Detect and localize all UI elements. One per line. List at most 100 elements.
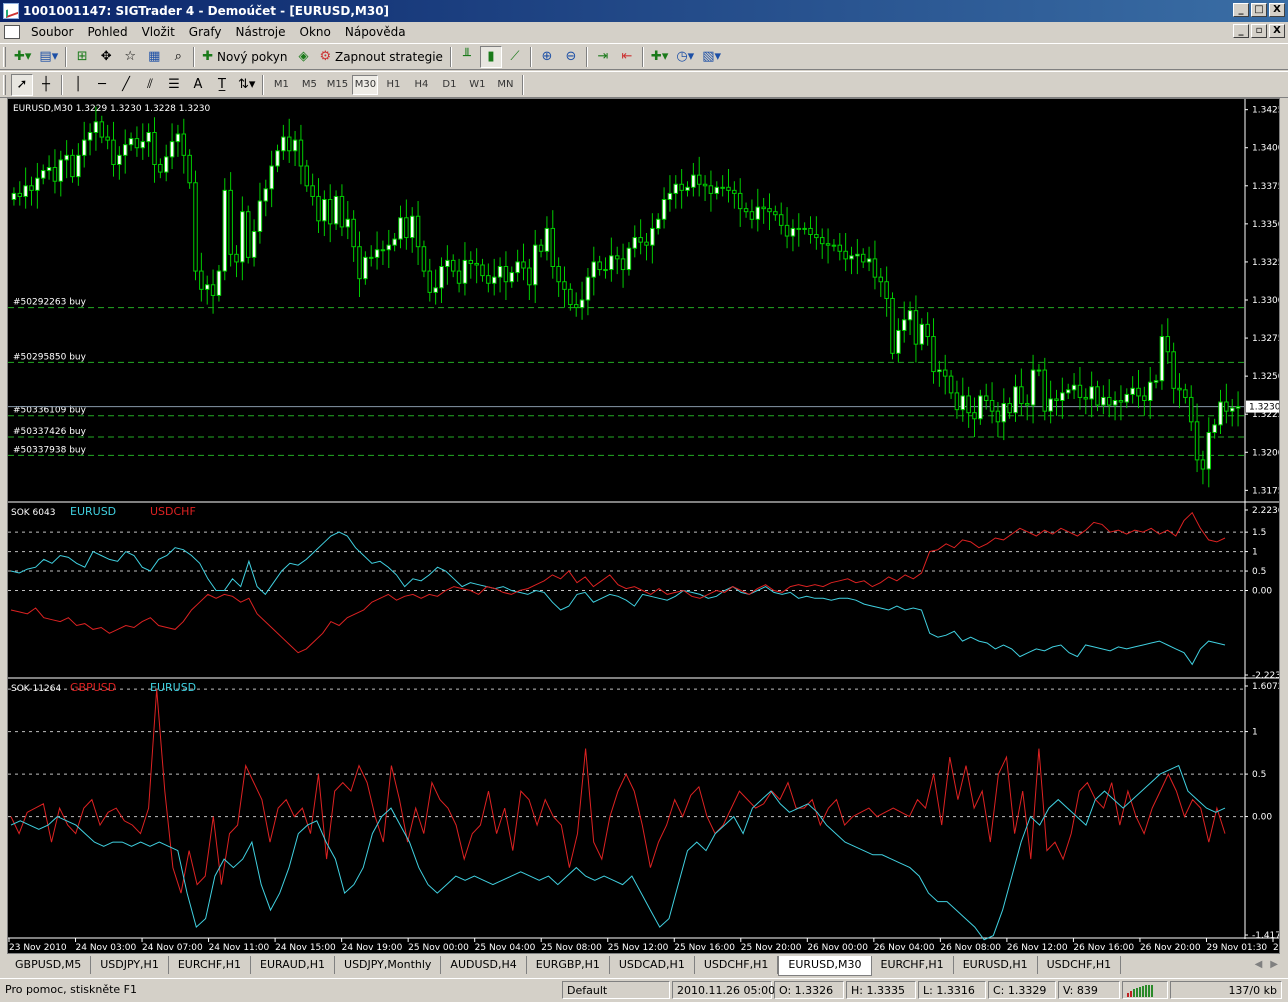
- tab-gbpusd-m5[interactable]: GBPUSD,M5: [6, 956, 92, 974]
- tab-scroll-right-icon[interactable]: ▶: [1270, 959, 1278, 970]
- periods-icon[interactable]: ◷▾: [673, 46, 697, 68]
- candle-body: [445, 259, 450, 267]
- menu-okno[interactable]: Okno: [293, 25, 338, 39]
- zoom-in-icon[interactable]: ⊕: [536, 46, 558, 68]
- indicator-legend-label: EURUSD: [150, 681, 196, 694]
- time-tick-label: 24 Nov 19:00: [342, 943, 403, 953]
- history-center-icon[interactable]: ⌕: [167, 46, 189, 68]
- timeframe-m1[interactable]: M1: [268, 75, 294, 95]
- tab-usdjpy-h1[interactable]: USDJPY,H1: [91, 956, 169, 974]
- trendline-icon[interactable]: ╱: [115, 74, 137, 96]
- chart-shift-icon[interactable]: ⇤: [616, 46, 638, 68]
- candle-body: [1065, 389, 1071, 394]
- tester-icon[interactable]: ▦: [143, 46, 165, 68]
- indicator-legend-label: USDCHF: [150, 505, 196, 518]
- autoscroll-icon[interactable]: ⇥: [592, 46, 614, 68]
- candle-body: [907, 310, 913, 321]
- new-order-button[interactable]: ✚ Nový pokyn: [199, 46, 290, 68]
- timeframe-h4[interactable]: H4: [408, 75, 434, 95]
- tab-usdchf-h1-2[interactable]: USDCHF,H1: [1038, 956, 1122, 974]
- toolbar-grip[interactable]: [3, 74, 6, 95]
- tab-scroll-left-icon[interactable]: ◀: [1255, 959, 1263, 970]
- timeframe-m5[interactable]: M5: [296, 75, 322, 95]
- label-icon[interactable]: T̲: [211, 74, 233, 96]
- vertical-line-icon[interactable]: │: [67, 74, 89, 96]
- candle-body: [146, 132, 151, 143]
- candle-body: [23, 185, 28, 197]
- menu-pohled[interactable]: Pohled: [80, 25, 134, 39]
- toolbar-grip[interactable]: [3, 46, 6, 67]
- status-high: H: 1.3335: [846, 981, 916, 999]
- arrows-icon[interactable]: ⇅▾: [235, 74, 258, 96]
- fibonacci-icon[interactable]: ☰: [163, 74, 185, 96]
- text-icon[interactable]: A: [187, 74, 209, 96]
- candle-body: [269, 165, 274, 190]
- tab-eurusd-m30[interactable]: EURUSD,M30: [778, 956, 872, 976]
- candle-body: [925, 323, 930, 338]
- child-restore-button[interactable]: ▫: [1251, 24, 1267, 38]
- candle-body: [468, 259, 474, 264]
- toolbar-separator: [522, 74, 525, 95]
- tab-euraud-h1[interactable]: EURAUD,H1: [251, 956, 336, 974]
- candle-body: [199, 270, 204, 290]
- maximize-button[interactable]: □: [1251, 3, 1267, 17]
- tab-eurgbp-h1[interactable]: EURGBP,H1: [527, 956, 610, 974]
- new-chart-icon[interactable]: ✚▾: [11, 46, 34, 68]
- horizontal-line-icon[interactable]: ─: [91, 74, 113, 96]
- terminal-icon[interactable]: ☆: [119, 46, 141, 68]
- minimize-button[interactable]: _: [1233, 3, 1249, 17]
- indicator-tick-label: 2.2236: [1252, 506, 1279, 516]
- timeframe-w1[interactable]: W1: [464, 75, 490, 95]
- menu-soubor[interactable]: Soubor: [24, 25, 80, 39]
- candle-chart-icon[interactable]: ▮: [479, 45, 502, 68]
- timeframe-d1[interactable]: D1: [436, 75, 462, 95]
- candle-body: [480, 264, 485, 277]
- candle-body: [128, 138, 134, 146]
- candle-body: [538, 244, 544, 252]
- menu-napoveda[interactable]: Nápověda: [338, 25, 413, 39]
- timeframe-mn[interactable]: MN: [492, 75, 518, 95]
- candle-body: [421, 246, 427, 272]
- child-close-button[interactable]: X: [1269, 24, 1285, 38]
- menu-nastroje[interactable]: Nástroje: [229, 25, 293, 39]
- candle-body: [409, 215, 415, 239]
- market-watch-icon[interactable]: ⊞: [71, 46, 93, 68]
- tab-usdjpy-monthly[interactable]: USDJPY,Monthly: [335, 956, 442, 974]
- candle-body: [620, 258, 626, 271]
- tab-audusd-h4[interactable]: AUDUSD,H4: [441, 956, 527, 974]
- time-tick-label: 24 Nov 03:00: [76, 943, 137, 953]
- cursor-icon[interactable]: ➚: [11, 73, 33, 96]
- menu-grafy[interactable]: Grafy: [182, 25, 229, 39]
- andrews-pitchfork-icon[interactable]: ⫽: [139, 74, 161, 96]
- document-icon[interactable]: [4, 25, 20, 39]
- candle-body: [896, 329, 901, 354]
- bar-chart-icon[interactable]: ╨: [456, 46, 478, 68]
- timeframe-m15[interactable]: M15: [324, 75, 350, 95]
- timeframe-h1[interactable]: H1: [380, 75, 406, 95]
- navigator-icon[interactable]: ✥: [95, 46, 117, 68]
- strategies-button[interactable]: ⚙ Zapnout strategie: [317, 46, 446, 68]
- indicators-icon[interactable]: ✚▾: [648, 46, 671, 68]
- chart-window[interactable]: 1.3425 1.3400 1.3375 1.3350 1.3325 1.3300 1.32…: [7, 98, 1288, 954]
- tab-usdcad-h1[interactable]: USDCAD,H1: [610, 956, 695, 974]
- chart-canvas[interactable]: 1.3425 1.3400 1.3375 1.3350 1.3325 1.3300 1.32…: [8, 99, 1288, 953]
- candle-body: [1001, 403, 1007, 423]
- metaeditor-icon[interactable]: ◈: [293, 46, 315, 68]
- zoom-out-icon[interactable]: ⊖: [560, 46, 582, 68]
- close-button[interactable]: X: [1269, 3, 1285, 17]
- timeframe-m30[interactable]: M30: [352, 74, 379, 95]
- candle-body: [204, 284, 210, 290]
- tab-usdchf-h1[interactable]: USDCHF,H1: [695, 956, 779, 974]
- menu-vlozit[interactable]: Vložit: [135, 25, 182, 39]
- line-chart-icon[interactable]: ⟋: [504, 46, 526, 68]
- tab-eurusd-h1[interactable]: EURUSD,H1: [954, 956, 1038, 974]
- status-low: L: 1.3316: [918, 981, 986, 999]
- profiles-icon[interactable]: ▤▾: [36, 46, 61, 68]
- tab-eurchf-h1[interactable]: EURCHF,H1: [169, 956, 251, 974]
- status-close: C: 1.3329: [988, 981, 1056, 999]
- child-minimize-button[interactable]: _: [1233, 24, 1249, 38]
- status-profile[interactable]: Default: [562, 981, 670, 999]
- crosshair-icon[interactable]: ┼: [35, 74, 57, 96]
- tab-eurchf-h1-2[interactable]: EURCHF,H1: [872, 956, 954, 974]
- templates-icon[interactable]: ▧▾: [699, 46, 724, 68]
